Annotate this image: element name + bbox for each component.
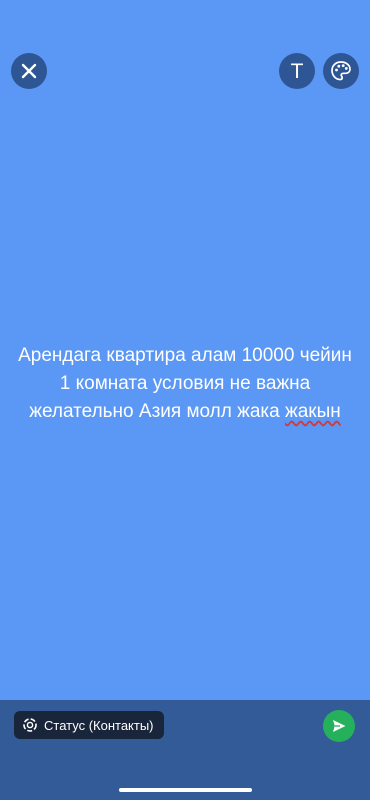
home-indicator	[119, 788, 252, 792]
text-tool-label: T	[290, 60, 304, 83]
close-button[interactable]	[11, 53, 47, 89]
privacy-label: Статус (Контакты)	[44, 717, 154, 733]
text-tool-button[interactable]: T	[279, 53, 315, 89]
send-icon	[333, 720, 346, 732]
status-text-misspelled-word: жакын	[284, 401, 341, 422]
status-ring-icon	[23, 718, 37, 732]
privacy-selector-button[interactable]: Статус (Контакты)	[14, 711, 164, 739]
status-text[interactable]: Арендага квартира алам 10000 чейин 1 ком…	[18, 342, 352, 426]
close-icon	[21, 63, 37, 79]
palette-icon	[331, 61, 351, 81]
send-button[interactable]	[323, 710, 355, 742]
color-palette-button[interactable]	[323, 53, 359, 89]
